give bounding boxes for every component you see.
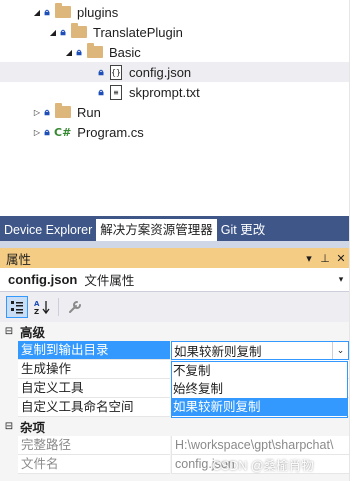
panel-divider bbox=[0, 241, 349, 248]
expand-arrow-icon[interactable]: ▷ bbox=[32, 108, 42, 117]
folder-icon bbox=[55, 103, 71, 118]
folder-icon bbox=[55, 3, 71, 18]
watermark: CSDN @桑榆肖物 bbox=[212, 459, 314, 473]
categorized-icon bbox=[11, 301, 23, 314]
folder-icon bbox=[87, 43, 103, 58]
tree-item-run[interactable]: ▷ 🔒︎ Run bbox=[0, 102, 349, 122]
dropdown-option-copy-always[interactable]: 始终复制 bbox=[172, 380, 347, 398]
properties-toolbar: A Z bbox=[0, 292, 349, 322]
lock-icon: 🔒︎ bbox=[44, 106, 50, 118]
svg-text:A: A bbox=[34, 300, 40, 308]
csharp-file-icon: C# bbox=[54, 125, 72, 139]
property-row-full-path[interactable]: 完整路径 H:\workspace\gpt\sharpchat\ bbox=[0, 436, 349, 455]
property-name[interactable]: 自定义工具 bbox=[18, 379, 170, 398]
property-name[interactable]: 文件名 bbox=[18, 455, 170, 474]
lock-icon: 🔒︎ bbox=[76, 46, 82, 58]
chevron-down-icon[interactable]: ▾ bbox=[333, 274, 349, 285]
text-file-icon: ≡ bbox=[110, 84, 122, 100]
tree-item-skprompt-txt[interactable]: 🔒︎ ≡ skprompt.txt bbox=[0, 82, 349, 102]
property-name[interactable]: 生成操作 bbox=[18, 360, 170, 379]
properties-title-bar: 属性 ▾ ⊥ ✕ bbox=[0, 248, 349, 268]
tree-item-translateplugin[interactable]: ◢ 🔒︎ TranslatePlugin bbox=[0, 22, 349, 42]
window-menu-dropdown-icon[interactable]: ▾ bbox=[301, 252, 317, 265]
folder-icon bbox=[71, 23, 87, 38]
combobox-value: 如果较新则复制 bbox=[174, 345, 262, 359]
object-type: 文件属性 bbox=[84, 274, 135, 288]
category-misc[interactable]: ⊟ 杂项 bbox=[0, 417, 349, 436]
properties-title: 属性 bbox=[6, 252, 32, 267]
property-name[interactable]: 复制到输出目录 bbox=[18, 341, 170, 360]
tree-item-label: skprompt.txt bbox=[129, 84, 200, 100]
tab-solution-explorer[interactable]: 解决方案资源管理器 bbox=[96, 219, 217, 241]
alphabetical-view-button[interactable]: A Z bbox=[31, 296, 53, 318]
tree-item-config-json[interactable]: 🔒︎ {} config.json bbox=[0, 62, 349, 82]
dropdown-option-copy-if-newer[interactable]: 如果较新则复制 bbox=[172, 398, 347, 416]
tab-device-explorer[interactable]: Device Explorer bbox=[0, 219, 96, 241]
solution-explorer-tree: ◢ 🔒︎ plugins ◢ 🔒︎ TranslatePlugin ◢ 🔒︎ B… bbox=[0, 0, 349, 216]
property-pages-button[interactable] bbox=[64, 296, 86, 318]
expand-arrow-icon[interactable]: ▷ bbox=[32, 128, 42, 137]
tree-item-basic[interactable]: ◢ 🔒︎ Basic bbox=[0, 42, 349, 62]
lock-icon: 🔒︎ bbox=[60, 26, 66, 38]
copy-to-output-combobox[interactable]: 如果较新则复制 ⌄ bbox=[171, 341, 349, 360]
pin-icon[interactable]: ⊥ bbox=[317, 252, 333, 265]
copy-to-output-dropdown-list: 不复制 始终复制 如果较新则复制 bbox=[171, 361, 348, 418]
categorized-view-button[interactable] bbox=[6, 296, 28, 318]
tree-item-plugins[interactable]: ◢ 🔒︎ plugins bbox=[0, 2, 349, 22]
sort-alphabetical-icon: A Z bbox=[34, 300, 50, 315]
category-label: 杂项 bbox=[20, 421, 46, 435]
wrench-icon bbox=[69, 301, 81, 313]
lock-icon: 🔒︎ bbox=[44, 126, 50, 138]
object-selector[interactable]: config.json 文件属性 ▾ bbox=[0, 268, 349, 292]
expand-arrow-icon[interactable]: ◢ bbox=[64, 48, 74, 57]
tree-item-label: TranslatePlugin bbox=[93, 24, 183, 40]
collapse-icon[interactable]: ⊟ bbox=[0, 326, 18, 337]
property-value[interactable]: H:\workspace\gpt\sharpchat\ bbox=[171, 436, 349, 455]
tree-item-label: Program.cs bbox=[77, 124, 144, 140]
tree-item-program-cs[interactable]: ▷ 🔒︎ C# Program.cs bbox=[0, 122, 349, 142]
tree-item-label: config.json bbox=[129, 64, 192, 80]
dropdown-option-do-not-copy[interactable]: 不复制 bbox=[172, 362, 347, 380]
vertical-scrollbar[interactable] bbox=[349, 0, 356, 481]
object-name: config.json bbox=[8, 272, 78, 287]
toolbar-separator bbox=[58, 298, 59, 316]
property-name[interactable]: 完整路径 bbox=[18, 436, 170, 455]
tool-window-tabs: Device Explorer 解决方案资源管理器 Git 更改 bbox=[0, 216, 349, 241]
tab-git-changes[interactable]: Git 更改 bbox=[217, 219, 269, 241]
lock-icon: 🔒︎ bbox=[98, 86, 104, 98]
tree-item-label: Run bbox=[77, 104, 101, 120]
close-icon[interactable]: ✕ bbox=[333, 252, 349, 265]
svg-text:Z: Z bbox=[34, 308, 39, 315]
expand-arrow-icon[interactable]: ◢ bbox=[48, 28, 58, 37]
tree-item-label: Basic bbox=[109, 44, 141, 60]
tree-item-label: plugins bbox=[77, 4, 119, 20]
property-name[interactable]: 自定义工具命名空间 bbox=[18, 398, 170, 417]
category-label: 高级 bbox=[20, 326, 46, 340]
lock-icon: 🔒︎ bbox=[44, 6, 50, 18]
expand-arrow-icon[interactable]: ◢ bbox=[32, 8, 42, 17]
lock-icon: 🔒︎ bbox=[98, 66, 104, 78]
collapse-icon[interactable]: ⊟ bbox=[0, 421, 18, 432]
category-advanced[interactable]: ⊟ 高级 bbox=[0, 322, 349, 341]
json-file-icon: {} bbox=[110, 64, 122, 80]
chevron-down-icon[interactable]: ⌄ bbox=[332, 342, 348, 359]
